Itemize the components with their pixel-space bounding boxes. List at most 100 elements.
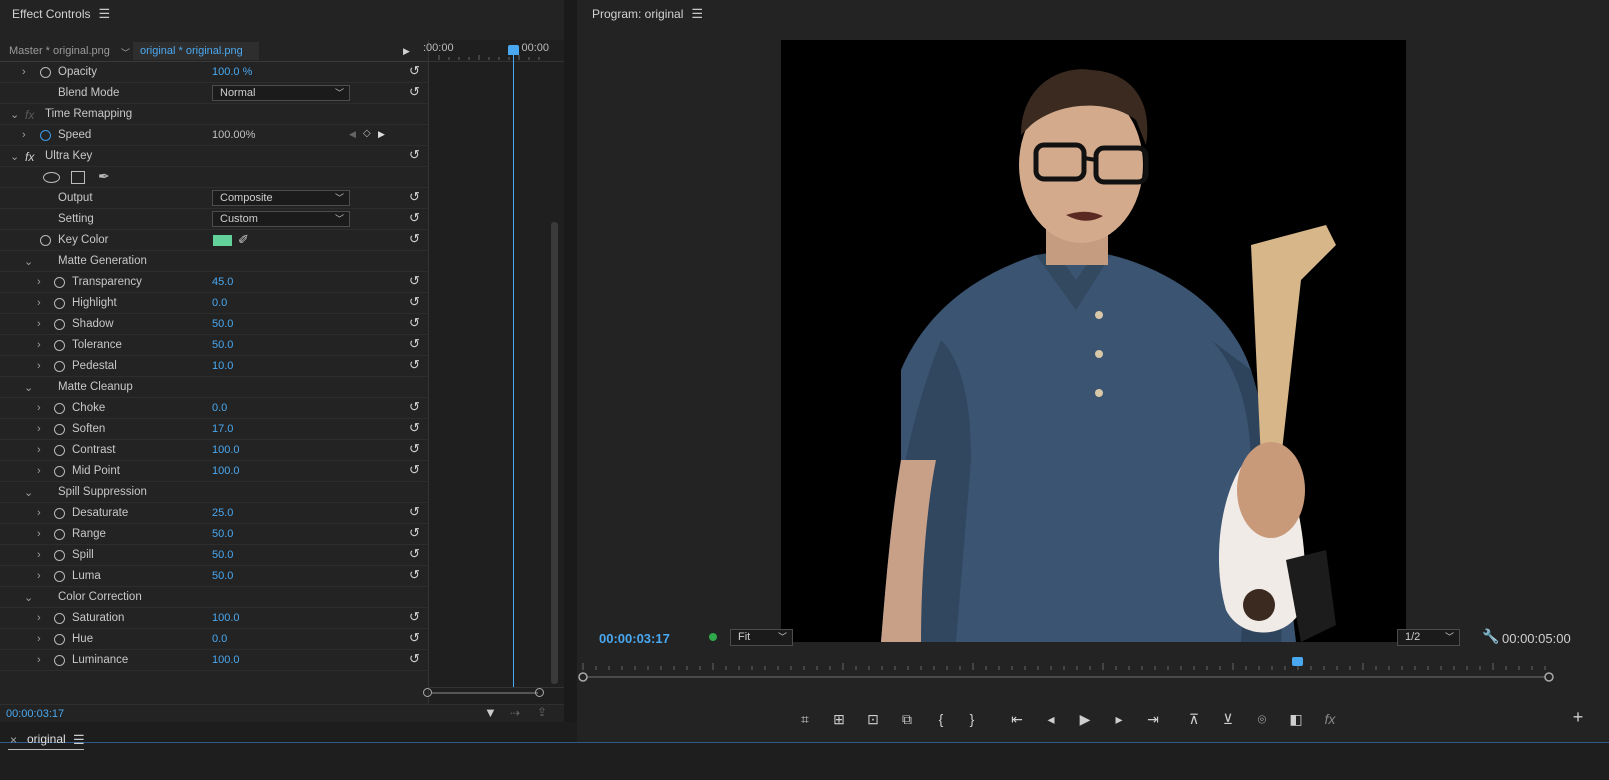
stopwatch-icon[interactable] bbox=[54, 508, 65, 519]
step-back-icon[interactable]: ◂ bbox=[1040, 711, 1062, 728]
play-icon[interactable]: ▶ bbox=[1074, 711, 1096, 728]
rectangle-mask-icon[interactable] bbox=[71, 171, 85, 184]
add-keyframe-icon[interactable]: ◇ bbox=[363, 128, 371, 139]
reset-icon[interactable]: ↺ bbox=[409, 357, 420, 373]
reset-icon[interactable]: ↺ bbox=[409, 546, 420, 562]
reset-icon[interactable]: ↺ bbox=[409, 651, 420, 667]
param-value[interactable]: 17.0 bbox=[212, 423, 233, 435]
reset-icon[interactable]: ↺ bbox=[409, 441, 420, 457]
stopwatch-icon[interactable] bbox=[40, 67, 51, 78]
reset-icon[interactable]: ↺ bbox=[409, 315, 420, 331]
go-to-out-icon[interactable]: ⇥ bbox=[1142, 711, 1164, 728]
reset-icon[interactable]: ↺ bbox=[409, 567, 420, 583]
reset-icon[interactable]: ↺ bbox=[409, 420, 420, 436]
previous-keyframe-icon[interactable]: ◀ bbox=[349, 129, 356, 140]
go-to-marker-icon[interactable]: ⧉ bbox=[896, 711, 918, 728]
twirl-icon[interactable]: › bbox=[37, 507, 41, 519]
current-timecode[interactable]: 00:00:03:17 bbox=[6, 708, 64, 720]
param-value[interactable]: 0.0 bbox=[212, 633, 227, 645]
go-to-in-icon[interactable]: ⇤ bbox=[1006, 711, 1028, 728]
program-video-frame[interactable] bbox=[781, 40, 1406, 642]
output-dropdown[interactable]: Composite ﹀ bbox=[212, 190, 350, 206]
twirl-icon[interactable]: › bbox=[37, 570, 41, 582]
ellipse-mask-icon[interactable] bbox=[43, 172, 60, 183]
twirl-icon[interactable]: › bbox=[37, 465, 41, 477]
camera-icon[interactable]: ⌾ bbox=[1251, 711, 1273, 728]
param-value[interactable]: 100.0 % bbox=[212, 66, 252, 78]
wrench-icon[interactable]: 🔧 bbox=[1482, 628, 1499, 645]
param-value[interactable]: 0.0 bbox=[212, 297, 227, 309]
param-value[interactable]: 10.0 bbox=[212, 360, 233, 372]
twirl-icon[interactable]: › bbox=[37, 549, 41, 561]
stopwatch-icon[interactable] bbox=[54, 466, 65, 477]
param-value[interactable]: 100.0 bbox=[212, 612, 240, 624]
zoom-scrollbar[interactable] bbox=[423, 688, 549, 697]
stopwatch-icon[interactable] bbox=[54, 445, 65, 456]
param-value[interactable]: 50.0 bbox=[212, 318, 233, 330]
twirl-icon[interactable]: › bbox=[37, 654, 41, 666]
stopwatch-icon[interactable] bbox=[54, 634, 65, 645]
twirl-icon[interactable]: › bbox=[37, 402, 41, 414]
twirl-icon[interactable]: › bbox=[37, 276, 41, 288]
vertical-scrollbar[interactable] bbox=[551, 222, 558, 684]
twirl-icon[interactable]: ⌄ bbox=[24, 381, 33, 394]
fx-toggle-icon[interactable]: fx bbox=[1319, 711, 1341, 727]
key-color-swatch[interactable] bbox=[213, 235, 232, 246]
pen-mask-icon[interactable]: ✒ bbox=[98, 168, 110, 185]
panel-menu-icon[interactable]: ☰ bbox=[98, 6, 110, 21]
reset-icon[interactable]: ↺ bbox=[409, 189, 420, 205]
resolution-dropdown[interactable]: 1/2 ﹀ bbox=[1397, 629, 1460, 646]
comparison-view-icon[interactable]: ◧ bbox=[1285, 711, 1307, 728]
reset-icon[interactable]: ↺ bbox=[409, 525, 420, 541]
param-value[interactable]: 50.0 bbox=[212, 549, 233, 561]
twirl-icon[interactable]: ⌄ bbox=[24, 255, 33, 268]
blend-mode-dropdown[interactable]: Normal ﹀ bbox=[212, 85, 350, 101]
master-clip-tab[interactable]: Master * original.png bbox=[9, 45, 110, 57]
param-value[interactable]: 50.0 bbox=[212, 528, 233, 540]
reset-icon[interactable]: ↺ bbox=[409, 504, 420, 520]
reset-icon[interactable]: ↺ bbox=[409, 231, 420, 247]
monitor-time-ruler[interactable] bbox=[577, 657, 1567, 687]
step-forward-icon[interactable]: ▸ bbox=[1108, 711, 1130, 728]
filter-icon[interactable]: ▼ bbox=[484, 705, 497, 720]
reset-icon[interactable]: ↺ bbox=[409, 336, 420, 352]
reset-icon[interactable]: ↺ bbox=[409, 399, 420, 415]
reset-icon[interactable]: ↺ bbox=[409, 462, 420, 478]
mark-in-icon[interactable]: { bbox=[930, 711, 952, 727]
next-keyframe-icon[interactable]: ▶ bbox=[378, 129, 385, 140]
reset-icon[interactable]: ↺ bbox=[409, 147, 420, 163]
stopwatch-icon[interactable] bbox=[54, 571, 65, 582]
stopwatch-icon[interactable] bbox=[54, 424, 65, 435]
panel-menu-icon[interactable]: ☰ bbox=[73, 732, 85, 748]
twirl-icon[interactable]: ⌄ bbox=[24, 486, 33, 499]
stopwatch-icon[interactable] bbox=[54, 529, 65, 540]
stopwatch-icon[interactable] bbox=[40, 235, 51, 246]
stopwatch-icon[interactable] bbox=[54, 340, 65, 351]
twirl-icon[interactable]: ⌄ bbox=[10, 150, 19, 163]
chevron-down-icon[interactable]: ﹀ bbox=[121, 46, 130, 59]
stopwatch-icon[interactable] bbox=[54, 361, 65, 372]
stopwatch-icon[interactable] bbox=[54, 403, 65, 414]
effect-timeline-ruler[interactable]: :00:00 00:00 bbox=[423, 40, 565, 62]
eyedropper-icon[interactable]: ✐ bbox=[238, 232, 249, 248]
twirl-icon[interactable]: › bbox=[37, 339, 41, 351]
reset-icon[interactable]: ↺ bbox=[409, 630, 420, 646]
close-icon[interactable]: × bbox=[10, 733, 17, 747]
clip-tab[interactable]: original * original.png bbox=[140, 45, 243, 57]
twirl-icon[interactable]: ⌄ bbox=[10, 108, 19, 121]
sequence-tab[interactable]: original bbox=[27, 732, 66, 746]
param-value[interactable]: 100.0 bbox=[212, 444, 240, 456]
param-value[interactable]: 45.0 bbox=[212, 276, 233, 288]
panel-menu-icon[interactable]: ☰ bbox=[691, 6, 703, 21]
reset-icon[interactable]: ↺ bbox=[409, 294, 420, 310]
reset-icon[interactable]: ↺ bbox=[409, 609, 420, 625]
lift-icon[interactable]: ⊼ bbox=[1183, 711, 1205, 728]
param-value[interactable]: 50.0 bbox=[212, 339, 233, 351]
param-value[interactable]: 25.0 bbox=[212, 507, 233, 519]
setting-dropdown[interactable]: Custom ﹀ bbox=[212, 211, 350, 227]
twirl-icon[interactable]: › bbox=[37, 360, 41, 372]
twirl-icon[interactable]: ⌄ bbox=[24, 591, 33, 604]
extract-icon[interactable]: ⊻ bbox=[1217, 711, 1239, 728]
zoom-dropdown[interactable]: Fit ﹀ bbox=[730, 629, 793, 646]
twirl-icon[interactable]: › bbox=[22, 129, 26, 141]
